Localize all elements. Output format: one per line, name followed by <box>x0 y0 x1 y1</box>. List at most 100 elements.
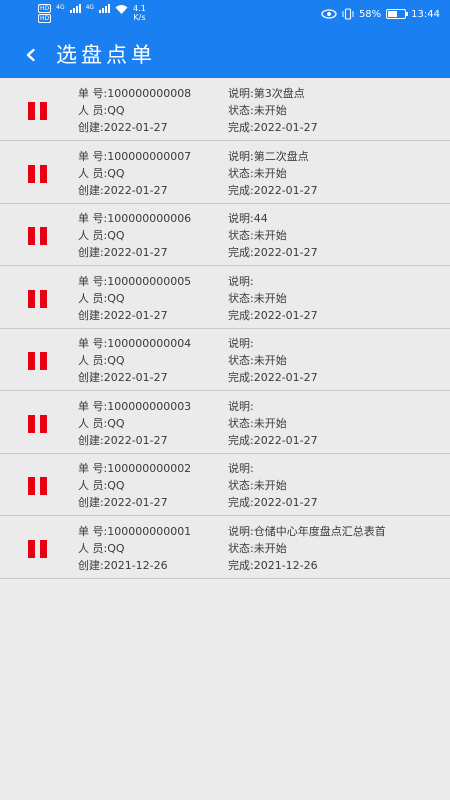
order-desc-field: 说明:第二次盘点 <box>228 148 442 165</box>
order-desc-value: 仓储中心年度盘点汇总表首 <box>253 524 386 538</box>
order-number-field: 单 号:100000000003 <box>78 398 191 415</box>
order-created-label: 创建: <box>78 558 104 572</box>
order-list: 单 号:100000000008 人 员:QQ 创建:2022-01-27 说明… <box>0 80 450 580</box>
pause-icon <box>28 352 48 370</box>
order-number-value: 100000000005 <box>107 274 192 288</box>
order-number-label: 单 号: <box>78 337 108 350</box>
pause-icon <box>28 164 48 183</box>
order-number-label: 单 号: <box>78 87 108 100</box>
order-completed-value: 2022-01-27 <box>253 121 318 134</box>
battery-fill <box>388 11 398 17</box>
order-created-label: 创建: <box>78 308 104 322</box>
order-status-field: 状态:未开始 <box>228 477 442 494</box>
order-status-label: 状态: <box>228 166 254 180</box>
order-created-label: 创建: <box>78 371 104 384</box>
order-completed-label: 完成: <box>228 246 254 259</box>
order-info-left: 单 号:100000000008 人 员:QQ 创建:2022-01-27 <box>78 85 191 136</box>
order-created-label: 创建: <box>78 121 104 134</box>
order-desc-label: 说明: <box>228 524 254 538</box>
order-completed-value: 2021-12-26 <box>253 558 318 572</box>
order-created-label: 创建: <box>78 246 104 259</box>
order-person-value: QQ <box>107 229 125 242</box>
network-type-stack: 4G <box>56 4 64 12</box>
order-row[interactable]: 单 号:100000000005 人 员:QQ 创建:2022-01-27 说明… <box>0 268 450 329</box>
order-completed-label: 完成: <box>228 496 254 509</box>
order-info-right: 说明:仓储中心年度盘点汇总表首 状态:未开始 完成:2021-12-26 <box>228 523 442 574</box>
order-desc-value: 第二次盘点 <box>253 149 309 163</box>
network-row-1: HD <box>38 4 52 13</box>
network-type-label: 4G <box>56 4 65 11</box>
speed-value: 4.1 <box>133 4 146 13</box>
order-desc-label: 说明: <box>228 337 254 350</box>
order-row[interactable]: 单 号:100000000007 人 员:QQ 创建:2022-01-27 说明… <box>0 143 450 204</box>
order-number-label: 单 号: <box>78 274 108 288</box>
order-info-left: 单 号:100000000004 人 员:QQ 创建:2022-01-27 <box>78 335 191 386</box>
order-desc-label: 说明: <box>228 149 254 163</box>
order-completed-label: 完成: <box>228 558 254 572</box>
battery-icon <box>386 9 409 19</box>
order-number-value: 100000000007 <box>107 149 192 163</box>
order-info-right: 说明: 状态:未开始 完成:2022-01-27 <box>228 460 442 511</box>
order-info-left: 单 号:100000000006 人 员:QQ 创建:2022-01-27 <box>78 210 191 261</box>
order-desc-field: 说明:第3次盘点 <box>228 85 442 102</box>
order-row[interactable]: 单 号:100000000008 人 员:QQ 创建:2022-01-27 说明… <box>0 80 450 141</box>
pause-icon <box>28 414 48 433</box>
order-created-label: 创建: <box>78 433 104 447</box>
order-status-field: 状态:未开始 <box>228 102 442 119</box>
order-created-field: 创建:2022-01-27 <box>78 432 191 449</box>
chevron-left-icon <box>26 48 35 62</box>
order-status-label: 状态: <box>228 479 254 492</box>
order-completed-label: 完成: <box>228 433 254 447</box>
order-completed-field: 完成:2022-01-27 <box>228 369 442 386</box>
order-completed-field: 完成:2022-01-27 <box>228 432 442 449</box>
order-row[interactable]: 单 号:100000000006 人 员:QQ 创建:2022-01-27 说明… <box>0 205 450 266</box>
order-number-label: 单 号: <box>78 212 108 225</box>
battery-percent: 58% <box>358 8 382 20</box>
wifi-icon <box>115 5 128 14</box>
order-status-value: 未开始 <box>253 166 287 180</box>
order-person-label: 人 员: <box>78 541 108 555</box>
order-created-value: 2022-01-27 <box>103 371 168 384</box>
order-number-field: 单 号:100000000002 <box>78 460 191 477</box>
page-title: 选盘点单 <box>56 43 156 67</box>
order-person-label: 人 员: <box>78 291 108 305</box>
order-person-value: QQ <box>107 541 125 555</box>
network-type-stack: 4G <box>86 4 94 12</box>
order-created-field: 创建:2022-01-27 <box>78 307 191 324</box>
pause-icon <box>28 477 48 495</box>
order-created-label: 创建: <box>78 183 104 197</box>
order-created-value: 2022-01-27 <box>103 246 168 259</box>
order-row[interactable]: 单 号:100000000002 人 员:QQ 创建:2022-01-27 说明… <box>0 455 450 516</box>
status-left: HD HD 4G 4G 4.1 K/s <box>38 4 146 23</box>
pause-icon <box>28 102 48 120</box>
order-status-value: 未开始 <box>253 416 287 430</box>
order-info-left: 单 号:100000000001 人 员:QQ 创建:2021-12-26 <box>78 523 191 574</box>
network-indicators: HD HD <box>38 4 52 23</box>
order-completed-label: 完成: <box>228 371 254 384</box>
order-completed-value: 2022-01-27 <box>253 371 318 384</box>
back-button[interactable] <box>14 38 48 72</box>
order-completed-value: 2022-01-27 <box>253 183 318 197</box>
order-status-field: 状态:未开始 <box>228 165 442 182</box>
order-completed-label: 完成: <box>228 308 254 322</box>
order-desc-field: 说明: <box>228 398 442 415</box>
order-desc-label: 说明: <box>228 399 254 413</box>
order-completed-label: 完成: <box>228 121 254 134</box>
clock: 13:44 <box>411 8 440 20</box>
order-completed-field: 完成:2022-01-27 <box>228 307 442 324</box>
order-number-value: 100000000008 <box>107 87 192 100</box>
order-row[interactable]: 单 号:100000000003 人 员:QQ 创建:2022-01-27 说明… <box>0 393 450 454</box>
order-completed-value: 2022-01-27 <box>253 308 318 322</box>
order-completed-label: 完成: <box>228 183 254 197</box>
order-status-value: 未开始 <box>253 541 287 555</box>
order-created-value: 2021-12-26 <box>103 558 168 572</box>
order-number-label: 单 号: <box>78 149 108 163</box>
order-created-field: 创建:2022-01-27 <box>78 182 191 199</box>
order-row[interactable]: 单 号:100000000001 人 员:QQ 创建:2021-12-26 说明… <box>0 518 450 579</box>
order-number-label: 单 号: <box>78 462 108 475</box>
order-desc-label: 说明: <box>228 462 254 475</box>
order-desc-field: 说明: <box>228 460 442 477</box>
vibrate-icon <box>342 8 354 20</box>
order-person-label: 人 员: <box>78 166 108 180</box>
order-row[interactable]: 单 号:100000000004 人 员:QQ 创建:2022-01-27 说明… <box>0 330 450 391</box>
